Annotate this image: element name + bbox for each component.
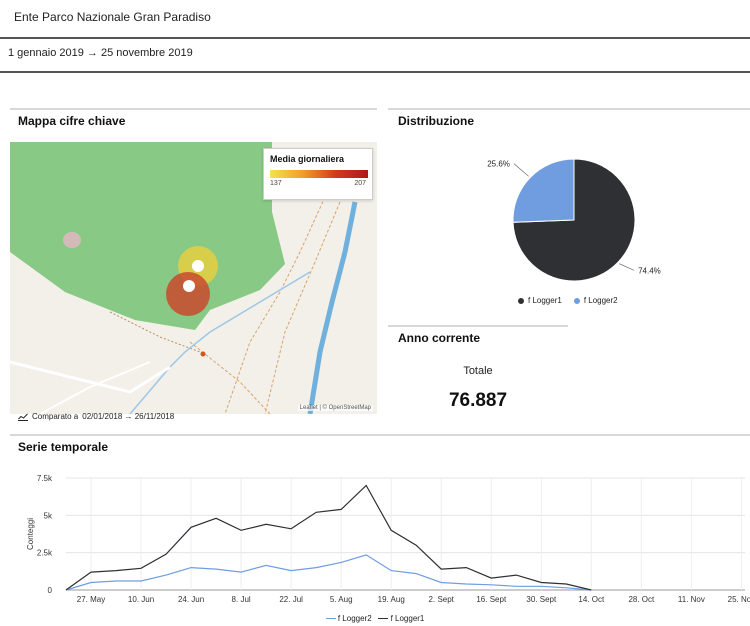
x-tick-label: 22. Jul <box>279 595 303 604</box>
small-area <box>63 232 81 248</box>
map-legend-title: Media giornaliera <box>270 154 345 164</box>
distribution-section-rule <box>388 108 750 110</box>
x-tick-label: 8. Jul <box>232 595 251 604</box>
x-tick-label: 25. Nov <box>728 595 750 604</box>
line-legend-logger2[interactable]: f Logger2 <box>325 614 374 623</box>
comparison-period[interactable]: Comparato a 02/01/2018 → 26/11/2018 <box>18 412 174 421</box>
park-area <box>10 142 285 330</box>
header-divider <box>0 37 750 39</box>
y-tick-label: 7.5k <box>37 474 53 483</box>
trend-chart-icon <box>18 413 28 421</box>
map-legend-min: 137 <box>270 180 282 187</box>
x-tick-label: 14. Oct <box>578 595 605 604</box>
line-legend-logger2-label: f Logger2 <box>337 614 372 623</box>
map-section-title: Mappa cifre chiave <box>18 114 126 128</box>
y-tick-label: 0 <box>48 586 53 595</box>
timeseries-section-rule <box>10 434 750 436</box>
logger1-swatch <box>518 297 524 304</box>
line-legend-logger1-label: f Logger1 <box>390 614 425 623</box>
comparison-dates: 02/01/2018 → 26/11/2018 <box>82 412 175 421</box>
line-legend-logger1[interactable]: f Logger1 <box>378 614 424 623</box>
distribution-pie-chart[interactable]: 74.4% 25.6% <box>470 150 690 290</box>
current-year-title: Anno corrente <box>398 331 481 345</box>
x-tick-label: 19. Aug <box>378 595 405 604</box>
x-tick-label: 10. Jun <box>128 595 154 604</box>
comparison-prefix: Comparato a <box>32 412 79 421</box>
logger2-line-swatch <box>325 618 336 620</box>
x-tick-label: 27. May <box>77 595 105 604</box>
x-tick-label: 30. Sept <box>526 595 557 604</box>
pie-slice-label: 25.6% <box>487 160 510 169</box>
x-tick-label: 16. Sept <box>476 595 507 604</box>
marker-logger <box>192 260 204 272</box>
marker-halo-red <box>166 272 210 316</box>
map-legend-gradient <box>270 170 368 178</box>
series-line[interactable] <box>65 554 592 591</box>
map-section-rule <box>10 108 377 110</box>
y-tick-label: 2.5k <box>37 549 53 558</box>
pie-label-connector <box>513 163 529 177</box>
pie-legend-logger1-label: f Logger1 <box>528 296 562 305</box>
map-legend-max: 207 <box>354 180 366 187</box>
pie-legend: f Logger1 f Logger2 <box>518 296 618 305</box>
total-value: 76.887 <box>448 390 508 411</box>
poi-marker <box>200 351 206 357</box>
y-axis-label: Conteggi <box>26 518 35 550</box>
line-legend: f Logger2 f Logger1 <box>0 614 750 623</box>
x-tick-label: 11. Nov <box>678 595 705 604</box>
total-label: Totale <box>463 365 493 377</box>
timeseries-title: Serie temporale <box>18 440 109 454</box>
series-line[interactable] <box>65 484 592 591</box>
pie-label-connector <box>619 263 635 271</box>
key-figures-map[interactable]: Media giornaliera 137 207 Leaflet | © Op… <box>10 142 377 414</box>
current-year-rule <box>388 325 568 327</box>
pie-legend-logger2[interactable]: f Logger2 <box>573 296 618 305</box>
marker-logger <box>183 280 195 292</box>
pie-slice-label: 74.4% <box>638 266 661 275</box>
map-legend: Media giornaliera 137 207 <box>263 148 373 200</box>
pie-legend-logger1[interactable]: f Logger1 <box>518 296 562 305</box>
y-tick-label: 5k <box>44 511 53 520</box>
road <box>39 361 151 414</box>
distribution-title: Distribuzione <box>398 114 475 128</box>
timeseries-line-chart[interactable]: 0 2.5k 5k 7.5k 27. May 10. Jun 24. Jun 8. Jul 22… <box>0 466 750 614</box>
organization-name: Ente Parco Nazionale Gran Paradiso <box>14 10 211 24</box>
x-tick-label: 28. Oct <box>628 595 655 604</box>
x-tick-label: 24. Jun <box>178 595 204 604</box>
range-divider <box>0 71 750 73</box>
x-tick-label: 2. Sept <box>429 595 455 604</box>
logger2-swatch <box>573 297 580 304</box>
logger1-line-swatch <box>378 618 389 620</box>
pie-slice[interactable] <box>512 158 575 223</box>
date-range[interactable]: 1 gennaio 2019 → 25 novembre 2019 <box>8 47 193 59</box>
map-attribution[interactable]: Leaflet | © OpenStreetMap <box>297 405 373 411</box>
river <box>307 201 358 414</box>
x-tick-label: 5. Aug <box>330 595 353 604</box>
pie-legend-logger2-label: f Logger2 <box>583 296 618 305</box>
